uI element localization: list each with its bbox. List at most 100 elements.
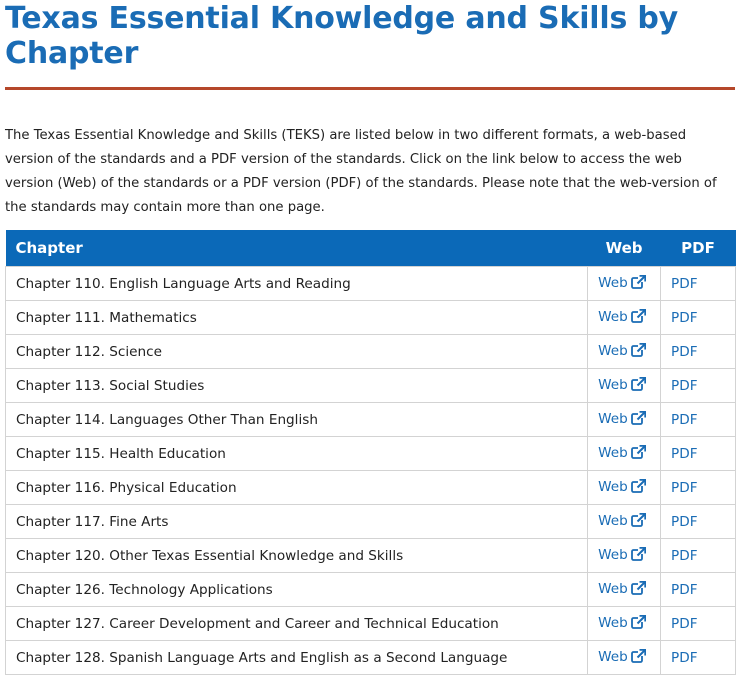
web-link-label: Web: [598, 342, 628, 359]
pdf-link-label: PDF: [671, 615, 698, 632]
external-link-icon: [630, 308, 646, 327]
external-link-icon: [630, 614, 646, 633]
web-cell: Web: [587, 436, 662, 471]
web-cell: Web: [587, 334, 662, 369]
web-link-label: Web: [598, 648, 628, 665]
external-link-icon: [630, 410, 646, 429]
pdf-link[interactable]: PDF: [671, 616, 697, 632]
chapter-name: Chapter 127. Career Development and Care…: [4, 606, 589, 641]
pdf-link-label: PDF: [671, 411, 698, 428]
chapter-name: Chapter 110. English Language Arts and R…: [4, 266, 589, 301]
web-link-label: Web: [598, 580, 628, 597]
web-link[interactable]: Web: [598, 648, 646, 667]
web-cell: Web: [587, 470, 662, 505]
pdf-cell: PDF: [660, 436, 736, 471]
table-row: Chapter 110. English Language Arts and R…: [4, 266, 736, 301]
web-link-label: Web: [598, 410, 628, 427]
external-link-icon: [630, 648, 646, 667]
web-cell: Web: [587, 640, 662, 675]
pdf-link[interactable]: PDF: [671, 276, 697, 292]
table-row: Chapter 116. Physical Education Web PDF: [4, 470, 736, 505]
web-link-label: Web: [598, 444, 628, 461]
web-link[interactable]: Web: [598, 342, 646, 359]
web-link[interactable]: Web: [598, 308, 646, 327]
pdf-cell: PDF: [660, 402, 736, 437]
web-link[interactable]: Web: [598, 512, 646, 531]
pdf-link[interactable]: PDF: [671, 582, 697, 598]
web-cell: Web: [587, 538, 662, 573]
pdf-link[interactable]: PDF: [671, 378, 697, 394]
table-row: Chapter 115. Health Education Web PDF: [4, 436, 736, 471]
table-row: Chapter 128. Spanish Language Arts and E…: [4, 640, 736, 675]
web-link-label: Web: [598, 376, 628, 393]
external-link-icon: [630, 274, 646, 293]
chapter-name: Chapter 115. Health Education: [4, 436, 589, 471]
pdf-link-label: PDF: [671, 513, 698, 530]
external-link-icon: [630, 478, 646, 497]
table-row: Chapter 113. Social Studies Web PDF: [4, 368, 736, 403]
table-row: Chapter 111. Mathematics Web PDF: [4, 300, 736, 335]
table-row: Chapter 126. Technology Applications Web…: [4, 572, 736, 607]
pdf-link-label: PDF: [671, 343, 698, 360]
pdf-cell: PDF: [660, 334, 736, 369]
pdf-link[interactable]: PDF: [671, 344, 697, 360]
web-cell: Web: [587, 572, 662, 607]
web-link[interactable]: Web: [598, 376, 646, 393]
web-cell: Web: [587, 368, 662, 403]
chapter-name: Chapter 113. Social Studies: [4, 368, 589, 403]
title-divider: [5, 87, 735, 90]
pdf-cell: PDF: [660, 640, 736, 675]
chapter-name: Chapter 111. Mathematics: [4, 300, 589, 335]
chapter-name: Chapter 114. Languages Other Than Englis…: [4, 402, 589, 437]
pdf-link-label: PDF: [671, 479, 698, 496]
external-link-icon: [630, 512, 646, 531]
web-cell: Web: [587, 266, 662, 301]
web-link-label: Web: [598, 546, 628, 563]
web-link[interactable]: Web: [598, 444, 646, 461]
pdf-link[interactable]: PDF: [671, 446, 697, 462]
pdf-link[interactable]: PDF: [671, 514, 697, 530]
web-link[interactable]: Web: [598, 614, 646, 633]
web-link[interactable]: Web: [598, 478, 646, 497]
intro-paragraph: The Texas Essential Knowledge and Skills…: [5, 128, 717, 215]
page-content: Texas Essential Knowledge and Skills by …: [4, 0, 736, 675]
table-row: Chapter 127. Career Development and Care…: [4, 606, 736, 641]
web-cell: Web: [587, 300, 662, 335]
page-title: Texas Essential Knowledge and Skills by …: [5, 1, 678, 71]
chapter-name: Chapter 117. Fine Arts: [4, 504, 589, 539]
external-link-icon: [630, 580, 646, 599]
pdf-link[interactable]: PDF: [671, 412, 697, 428]
column-header-web: Web: [587, 230, 661, 267]
pdf-link-label: PDF: [671, 649, 698, 666]
pdf-cell: PDF: [660, 606, 736, 641]
web-link-label: Web: [598, 274, 628, 291]
web-link[interactable]: Web: [598, 580, 646, 599]
table-row: Chapter 117. Fine Arts Web PDF: [4, 504, 736, 539]
chapter-name: Chapter 116. Physical Education: [4, 470, 589, 505]
pdf-cell: PDF: [660, 368, 736, 403]
pdf-cell: PDF: [660, 266, 736, 301]
pdf-link[interactable]: PDF: [671, 650, 697, 666]
web-cell: Web: [587, 606, 662, 641]
table-row: Chapter 114. Languages Other Than Englis…: [4, 402, 736, 437]
external-link-icon: [630, 546, 646, 565]
pdf-link-label: PDF: [671, 309, 698, 326]
pdf-link[interactable]: PDF: [671, 480, 697, 496]
web-link-label: Web: [598, 512, 628, 529]
pdf-link-label: PDF: [671, 445, 698, 462]
pdf-link-label: PDF: [671, 275, 698, 292]
pdf-link[interactable]: PDF: [671, 310, 697, 326]
pdf-cell: PDF: [660, 470, 736, 505]
table-header-row: Chapter Web PDF: [5, 230, 736, 267]
web-link-label: Web: [598, 614, 628, 631]
column-header-chapter: Chapter: [5, 230, 588, 267]
web-link[interactable]: Web: [598, 410, 646, 429]
pdf-link[interactable]: PDF: [671, 548, 697, 564]
table-row: Chapter 120. Other Texas Essential Knowl…: [4, 538, 736, 573]
web-cell: Web: [587, 402, 662, 437]
table-row: Chapter 112. Science Web PDF: [4, 334, 736, 369]
pdf-cell: PDF: [660, 538, 736, 573]
web-link[interactable]: Web: [598, 546, 646, 565]
chapter-name: Chapter 120. Other Texas Essential Knowl…: [4, 538, 589, 573]
web-link[interactable]: Web: [598, 274, 646, 293]
